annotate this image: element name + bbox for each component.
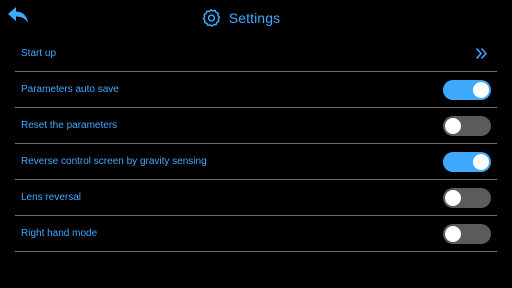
setting-label-reset: Reset the parameters (21, 120, 118, 131)
setting-row-right-hand: Right hand mode (15, 216, 497, 252)
toggle-knob (445, 117, 461, 134)
setting-label-gravity: Reverse control screen by gravity sensin… (21, 156, 207, 167)
setting-label-right-hand: Right hand mode (21, 228, 98, 239)
toggle-lens-reversal[interactable] (443, 187, 491, 208)
page-title-group: Settings (0, 0, 512, 36)
setting-label-start-up: Start up (21, 48, 57, 59)
setting-row-start-up[interactable]: Start up (15, 36, 497, 72)
page-title: Settings (228, 10, 281, 26)
setting-row-lens-reversal: Lens reversal (15, 180, 497, 216)
toggle-knob (445, 225, 461, 242)
toggle-right-hand[interactable] (443, 223, 491, 244)
setting-label-lens-reversal: Lens reversal (21, 192, 82, 203)
toggle-gravity[interactable] (443, 151, 491, 172)
setting-row-reset: Reset the parameters (15, 108, 497, 144)
toggle-knob (473, 81, 489, 98)
setting-row-gravity: Reverse control screen by gravity sensin… (15, 144, 497, 180)
setting-row-auto-save: Parameters auto save (15, 72, 497, 108)
toggle-knob (473, 153, 489, 170)
gear-icon (199, 6, 223, 30)
header-bar: Settings (0, 0, 512, 38)
settings-list: Start up Parameters auto save Reset the … (15, 36, 497, 252)
double-chevron-right-icon[interactable] (475, 48, 489, 60)
toggle-auto-save[interactable] (443, 79, 491, 100)
toggle-reset[interactable] (443, 115, 491, 136)
toggle-knob (445, 189, 461, 206)
setting-label-auto-save: Parameters auto save (21, 84, 119, 95)
